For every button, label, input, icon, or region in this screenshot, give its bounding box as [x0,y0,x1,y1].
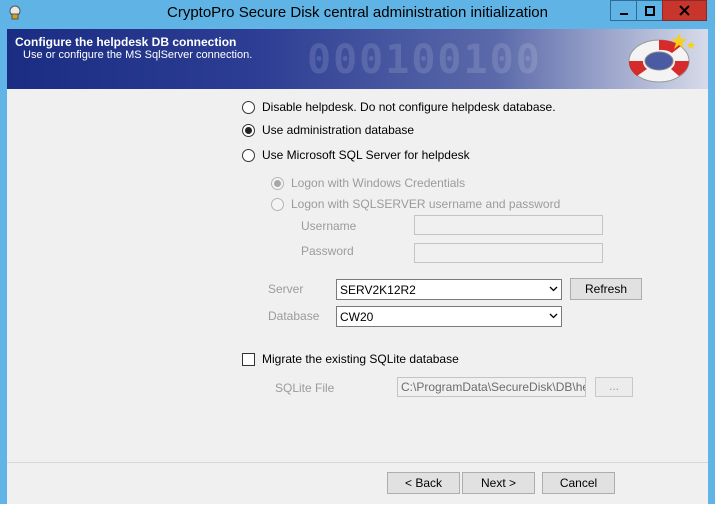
username-input[interactable] [414,215,603,235]
close-icon [679,5,690,16]
server-value: SERV2K12R2 [340,283,416,297]
content-panel: Disable helpdesk. Do not configure helpd… [7,89,708,462]
option-use-admin-db[interactable]: Use administration database [242,123,414,137]
minimize-icon [619,12,628,15]
migrate-sqlite-checkbox[interactable] [242,352,255,366]
sqlite-file-input[interactable]: C:\ProgramData\SecureDisk\DB\helpd [397,377,586,397]
option-disable-helpdesk[interactable]: Disable helpdesk. Do not configure helpd… [242,100,556,114]
chevron-down-icon [549,286,558,292]
page-title: Configure the helpdesk DB connection [15,35,237,49]
page-subtitle: Use or configure the MS SqlServer connec… [23,49,253,61]
minimize-button[interactable] [610,0,637,21]
chevron-down-icon [549,313,558,319]
banner-digits: 000100100 [307,37,542,83]
background-strip [0,504,715,511]
option-use-mssql[interactable]: Use Microsoft SQL Server for helpdesk [242,148,470,162]
sqlite-file-label: SQLite File [275,381,335,395]
radio-logon-windows[interactable] [271,176,284,190]
password-label: Password [301,244,354,258]
maximize-button[interactable] [636,0,663,21]
migrate-sqlite-option[interactable]: Migrate the existing SQLite database [242,352,459,366]
migrate-sqlite-label: Migrate the existing SQLite database [262,352,459,366]
title-bar[interactable]: CryptoPro Secure Disk central administra… [0,0,715,27]
radio-disable-helpdesk[interactable] [242,100,255,114]
radio-use-mssql[interactable] [242,148,255,162]
window-title: CryptoPro Secure Disk central administra… [167,4,548,21]
option-use-admin-label: Use administration database [262,123,415,137]
back-button[interactable]: < Back [387,472,460,494]
logon-windows-option[interactable]: Logon with Windows Credentials [271,176,465,190]
radio-use-admin-db[interactable] [242,123,255,137]
close-button[interactable] [662,0,707,21]
radio-logon-sqlserver[interactable] [271,197,284,211]
refresh-button[interactable]: Refresh [570,278,642,300]
logon-sqlserver-option[interactable]: Logon with SQLSERVER username and passwo… [271,197,560,211]
lifebuoy-icon [628,33,695,83]
server-label: Server [268,282,304,296]
cancel-button[interactable]: Cancel [542,472,615,494]
logon-sqlserver-label: Logon with SQLSERVER username and passwo… [291,197,561,211]
option-disable-label: Disable helpdesk. Do not configure helpd… [262,100,556,114]
database-combobox[interactable]: CW20 [336,306,562,327]
option-use-mssql-label: Use Microsoft SQL Server for helpdesk [262,148,470,162]
browse-button[interactable]: ... [595,377,633,397]
password-input[interactable] [414,243,603,263]
next-button[interactable]: Next > [462,472,535,494]
maximize-icon [644,5,655,16]
header-banner: 000100100 Configure the helpdesk DB conn… [7,29,708,89]
server-combobox[interactable]: SERV2K12R2 [336,279,562,300]
logon-windows-label: Logon with Windows Credentials [291,176,466,190]
database-value: CW20 [340,310,374,324]
wizard-footer: < Back Next > Cancel [7,462,708,504]
database-label: Database [268,309,320,323]
wizard-window: CryptoPro Secure Disk central administra… [0,0,715,511]
username-label: Username [301,219,357,233]
